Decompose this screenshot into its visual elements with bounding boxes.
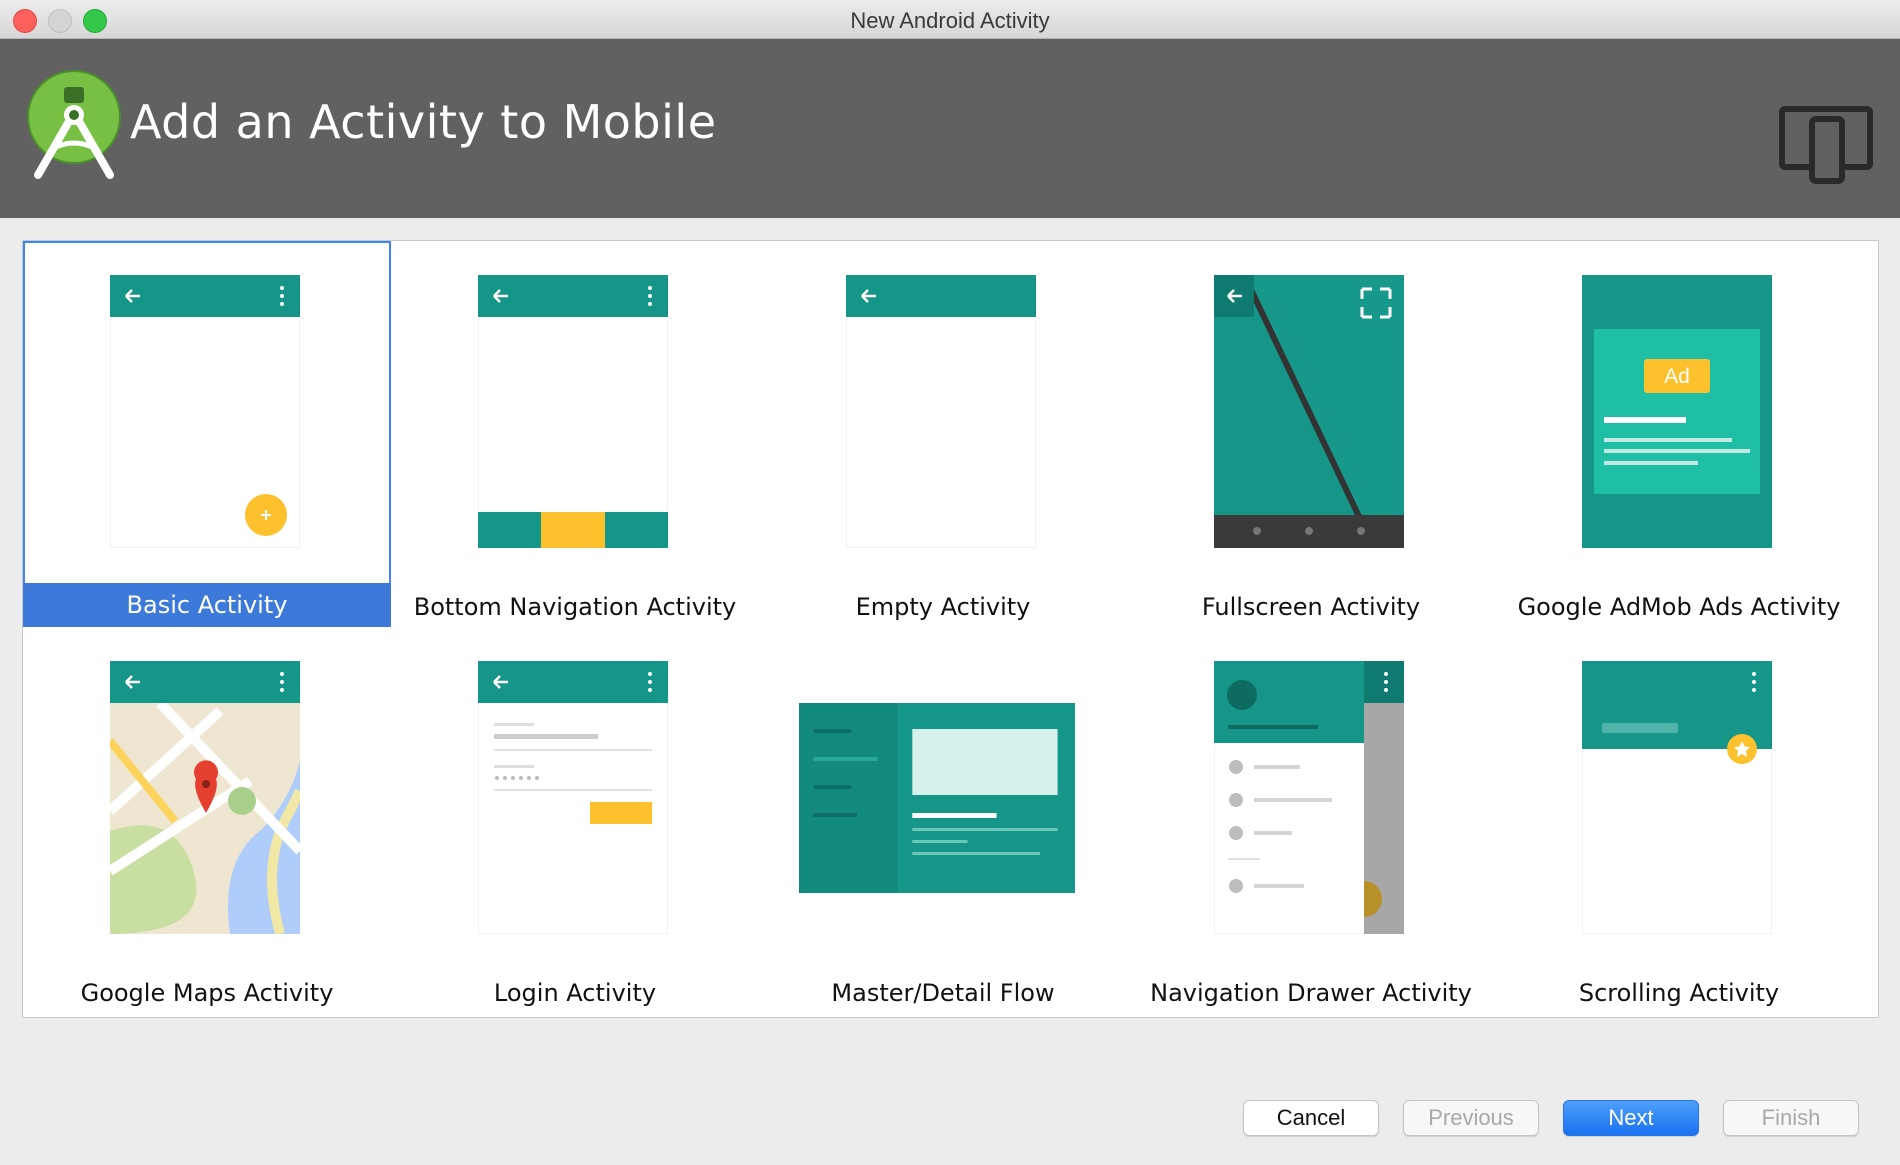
- template-gallery[interactable]: Basic Activity Bottom Navigation Activit…: [22, 240, 1879, 1018]
- google-maps-thumbnail-icon: [110, 661, 300, 934]
- window-titlebar: New Android Activity: [0, 0, 1900, 39]
- admob-ads-thumbnail-icon: Ad: [1582, 275, 1772, 548]
- template-navigation-drawer-activity[interactable]: Navigation Drawer Activity: [1127, 627, 1495, 1013]
- master-detail-thumbnail-icon: [799, 703, 1075, 893]
- template-label: Basic Activity: [23, 583, 391, 627]
- template-label: Bottom Navigation Activity: [413, 593, 737, 621]
- next-button[interactable]: Next: [1563, 1100, 1699, 1136]
- device-form-factor-icon: [1779, 106, 1873, 184]
- wizard-header: Add an Activity to Mobile: [0, 39, 1900, 218]
- window-title: New Android Activity: [850, 8, 1050, 33]
- page-title: Add an Activity to Mobile: [130, 95, 717, 149]
- scrolling-activity-thumbnail-icon: [1582, 661, 1772, 934]
- template-label: Navigation Drawer Activity: [1150, 979, 1472, 1007]
- empty-activity-thumbnail-icon: [846, 275, 1036, 548]
- template-master-detail-flow[interactable]: Master/Detail Flow: [759, 627, 1127, 1013]
- template-google-maps-activity[interactable]: Google Maps Activity: [23, 627, 391, 1013]
- template-fullscreen-activity[interactable]: Fullscreen Activity: [1127, 241, 1495, 627]
- basic-activity-thumbnail-icon: [110, 275, 300, 548]
- template-scrolling-activity[interactable]: Scrolling Activity: [1495, 627, 1863, 1013]
- template-login-activity[interactable]: Login Activity: [391, 627, 759, 1013]
- template-basic-activity[interactable]: Basic Activity: [23, 241, 391, 627]
- template-label: Master/Detail Flow: [831, 979, 1055, 1007]
- template-label: Google Maps Activity: [80, 979, 334, 1007]
- bottom-navigation-thumbnail-icon: [478, 275, 668, 548]
- template-label: Google AdMob Ads Activity: [1517, 593, 1841, 621]
- login-activity-thumbnail-icon: [478, 661, 668, 934]
- navigation-drawer-thumbnail-icon: [1214, 661, 1404, 934]
- template-label: Login Activity: [493, 979, 657, 1007]
- fullscreen-activity-thumbnail-icon: [1214, 275, 1404, 548]
- previous-button[interactable]: Previous: [1403, 1100, 1539, 1136]
- finish-button[interactable]: Finish: [1723, 1100, 1859, 1136]
- ad-badge: Ad: [1664, 365, 1690, 388]
- cancel-button[interactable]: Cancel: [1243, 1100, 1379, 1136]
- template-empty-activity[interactable]: Empty Activity: [759, 241, 1127, 627]
- template-label: Scrolling Activity: [1578, 979, 1780, 1007]
- template-label: Fullscreen Activity: [1201, 593, 1421, 621]
- template-label: Empty Activity: [855, 593, 1031, 621]
- template-bottom-navigation-activity[interactable]: Bottom Navigation Activity: [391, 241, 759, 627]
- android-studio-logo-icon: [27, 70, 121, 179]
- template-google-admob-ads-activity[interactable]: Ad Google AdMob Ads Activity: [1495, 241, 1863, 627]
